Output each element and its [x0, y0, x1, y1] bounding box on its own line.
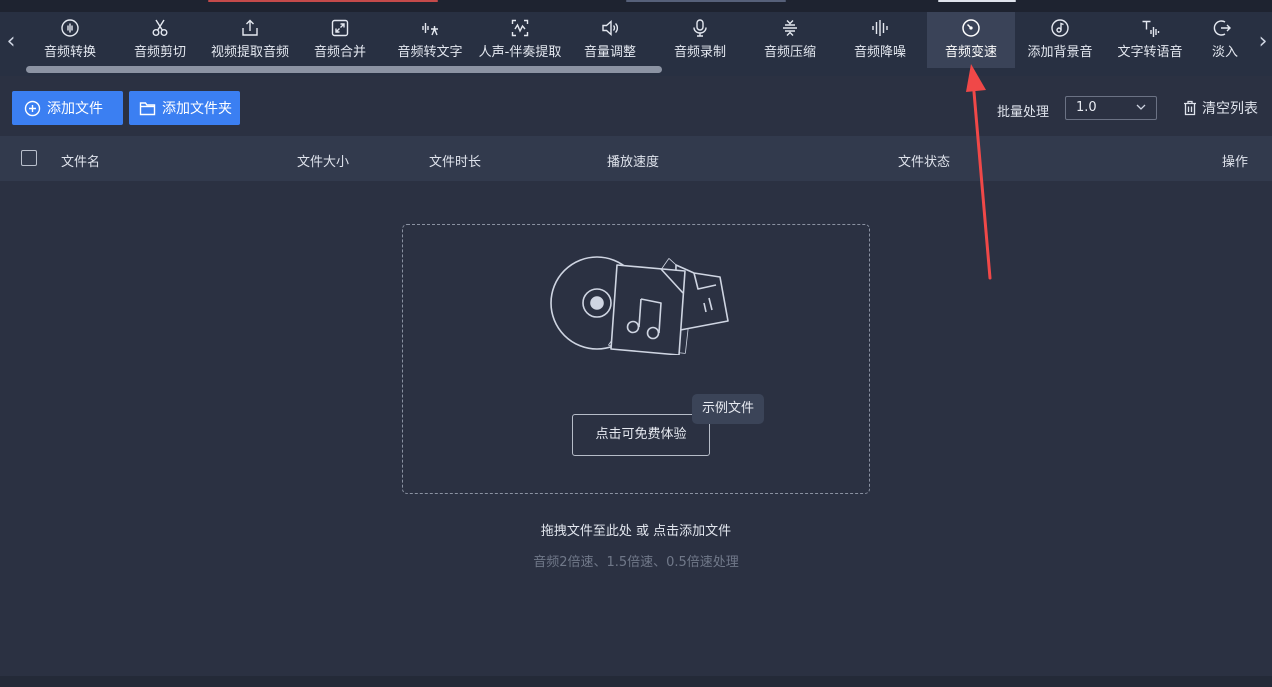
- folder-icon: [139, 101, 156, 115]
- text-to-speech-icon: [1142, 20, 1160, 37]
- waveform-circle-icon: [61, 19, 79, 37]
- compress-icon: [783, 20, 797, 36]
- tool-label: 人声-伴奏提取: [478, 45, 562, 60]
- main-panel: 添加文件 添加文件夹 批量处理 1.0 清空列表 文件名 文件大小 文件时长 播…: [0, 80, 1272, 676]
- scroll-left-arrow-icon[interactable]: ‹: [0, 30, 22, 54]
- clear-list-button[interactable]: 清空列表: [1183, 98, 1258, 118]
- tool-list: 音频转换 音频剪切 视频提取音频 音频合并 音频转文字 人声-伴奏提取 音量调整: [26, 12, 1250, 70]
- tool-text-to-speech[interactable]: 文字转语音: [1106, 12, 1194, 68]
- feature-hint: 音频2倍速、1.5倍速、0.5倍速处理: [533, 555, 739, 570]
- add-folder-button[interactable]: 添加文件夹: [129, 91, 240, 125]
- tool-audio-record[interactable]: 音频录制: [656, 12, 744, 68]
- file-table-header: 文件名 文件大小 文件时长 播放速度 文件状态 操作: [0, 136, 1272, 181]
- tool-volume-adjust[interactable]: 音量调整: [566, 12, 654, 68]
- tool-label: 音频变速: [944, 45, 997, 60]
- equalizer-icon: [872, 20, 888, 36]
- tool-add-background-music[interactable]: 添加背景音: [1016, 12, 1104, 68]
- tool-fade[interactable]: 淡入: [1196, 12, 1250, 68]
- feature-toolbar: ‹ 音频转换 音频剪切 视频提取音频 音频合并 音频转文字 人声-伴奏提取 音量: [0, 12, 1272, 76]
- tool-audio-compress[interactable]: 音频压缩: [746, 12, 834, 68]
- select-all-checkbox[interactable]: [21, 150, 37, 166]
- tool-label: 音频转换: [43, 45, 96, 60]
- music-disc-icon: [1051, 19, 1069, 37]
- tool-audio-speed[interactable]: 音频变速: [927, 12, 1015, 68]
- audio-files-illustration: [550, 256, 729, 355]
- speech-to-text-icon: [422, 23, 438, 36]
- column-duration[interactable]: 文件时长: [429, 151, 481, 170]
- add-file-label: 添加文件: [47, 101, 103, 117]
- column-file-size[interactable]: 文件大小: [297, 151, 349, 170]
- sample-file-tooltip[interactable]: 示例文件: [692, 394, 765, 424]
- tool-speech-to-text[interactable]: 音频转文字: [386, 12, 474, 68]
- tool-noise-reduce[interactable]: 音频降噪: [836, 12, 924, 68]
- tool-label: 淡入: [1212, 45, 1239, 60]
- batch-speed-value: 1.0: [1076, 100, 1097, 115]
- column-actions: 操作: [1222, 155, 1249, 170]
- tool-label: 视频提取音频: [210, 45, 289, 60]
- tool-label: 添加背景音: [1027, 45, 1093, 60]
- trash-icon: [1184, 100, 1196, 116]
- merge-arrows-icon: [331, 19, 349, 37]
- microphone-icon: [693, 19, 707, 37]
- file-drop-zone[interactable]: 点击可免费体验 示例文件: [402, 224, 870, 494]
- tool-label: 音频剪切: [133, 45, 186, 60]
- column-file-name[interactable]: 文件名: [61, 151, 100, 170]
- upload-box-icon: [242, 19, 258, 36]
- clear-list-label: 清空列表: [1202, 101, 1258, 117]
- fade-icon: [1213, 20, 1231, 36]
- scroll-right-arrow-icon[interactable]: ›: [1252, 30, 1272, 54]
- tool-label: 音频降噪: [853, 45, 906, 60]
- plus-circle-icon: [24, 100, 41, 116]
- free-trial-button[interactable]: 点击可免费体验: [572, 414, 710, 456]
- batch-speed-select[interactable]: 1.0: [1065, 96, 1157, 120]
- tool-label: 音频压缩: [763, 45, 816, 60]
- batch-process-label: 批量处理: [997, 105, 1050, 120]
- status-bar: [0, 676, 1272, 687]
- tool-label: 音量调整: [583, 45, 636, 60]
- tool-label: 音频录制: [673, 45, 726, 60]
- tool-label: 音频合并: [313, 45, 366, 60]
- drop-hint: 拖拽文件至此处 或 点击添加文件: [540, 524, 732, 539]
- tool-vocal-separate[interactable]: 人声-伴奏提取: [476, 12, 564, 68]
- tool-audio-merge[interactable]: 音频合并: [296, 12, 384, 68]
- add-file-button[interactable]: 添加文件: [12, 91, 123, 125]
- vocal-separate-icon: [511, 19, 529, 37]
- speedometer-icon: [962, 19, 980, 37]
- column-playback-speed[interactable]: 播放速度: [607, 151, 659, 170]
- speaker-icon: [602, 19, 619, 37]
- chevron-down-icon: [1136, 104, 1146, 110]
- tool-label: 音频转文字: [397, 45, 463, 60]
- toolbar-scrollbar[interactable]: [26, 66, 662, 73]
- window-top-strip: [0, 0, 1272, 12]
- tool-extract-audio[interactable]: 视频提取音频: [206, 12, 294, 68]
- tool-label: 文字转语音: [1117, 45, 1183, 60]
- scissors-icon: [152, 19, 168, 36]
- tool-audio-cut[interactable]: 音频剪切: [116, 12, 204, 68]
- tool-audio-convert[interactable]: 音频转换: [26, 12, 114, 68]
- add-folder-label: 添加文件夹: [162, 101, 232, 117]
- column-file-status[interactable]: 文件状态: [898, 151, 950, 170]
